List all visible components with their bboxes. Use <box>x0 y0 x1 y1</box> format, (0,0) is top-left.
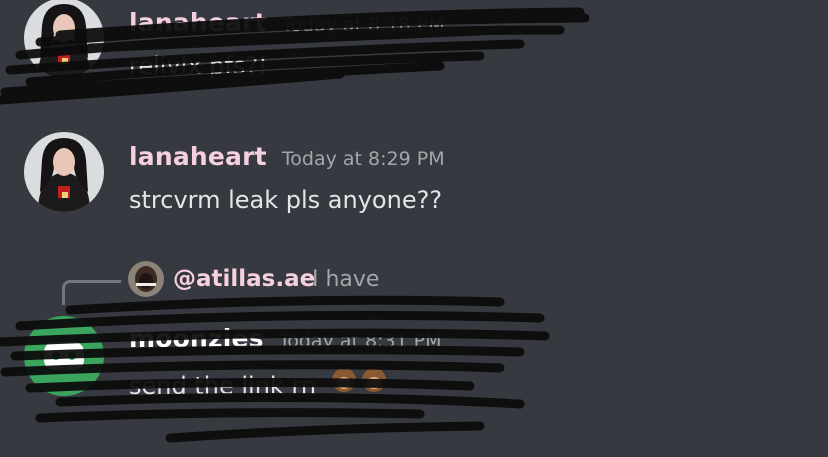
message-header: lanaheart Today at 8:29 PM <box>129 142 445 171</box>
reply-spine <box>62 280 121 305</box>
author-name[interactable]: moonzies <box>129 324 264 353</box>
author-name[interactable]: lanaheart <box>129 8 267 37</box>
message-content: relivlx pfs?! <box>129 52 268 80</box>
avatar[interactable] <box>24 132 104 212</box>
message-header: moonzies Today at 8:31 PM <box>129 324 442 353</box>
message-group-2: lanaheart Today at 8:29 PM strcvrm leak … <box>0 132 828 222</box>
message-group-3: moonzies Today at 8:31 PM send the link … <box>0 316 828 416</box>
user-photo-icon <box>24 0 104 78</box>
timestamp[interactable]: Today at 8:29 PM <box>282 148 445 170</box>
reply-preview[interactable]: @atillas.ae I have <box>62 258 462 308</box>
user-photo-icon <box>24 132 104 212</box>
reply-mention[interactable]: @atillas.ae <box>173 266 315 292</box>
message-content: strcvrm leak pls anyone?? <box>129 186 443 214</box>
author-name[interactable]: lanaheart <box>129 142 267 171</box>
message-header: lanaheart Today at 8:18 PM <box>129 8 445 37</box>
user-photo-icon <box>128 261 164 297</box>
timestamp[interactable]: Today at 8:31 PM <box>279 330 442 352</box>
avatar[interactable] <box>24 316 104 396</box>
timestamp[interactable]: Today at 8:18 PM <box>282 14 445 36</box>
message-group-1: lanaheart Today at 8:18 PM relivlx pfs?! <box>0 0 828 110</box>
reply-text: I have <box>312 267 380 292</box>
monkey-emoji-icon <box>330 366 390 400</box>
discord-default-avatar-icon <box>24 316 104 396</box>
avatar[interactable] <box>24 0 104 78</box>
reply-avatar[interactable] <box>128 261 164 297</box>
message-text: send the link rn <box>129 372 317 400</box>
message-content: send the link rn <box>129 366 390 400</box>
